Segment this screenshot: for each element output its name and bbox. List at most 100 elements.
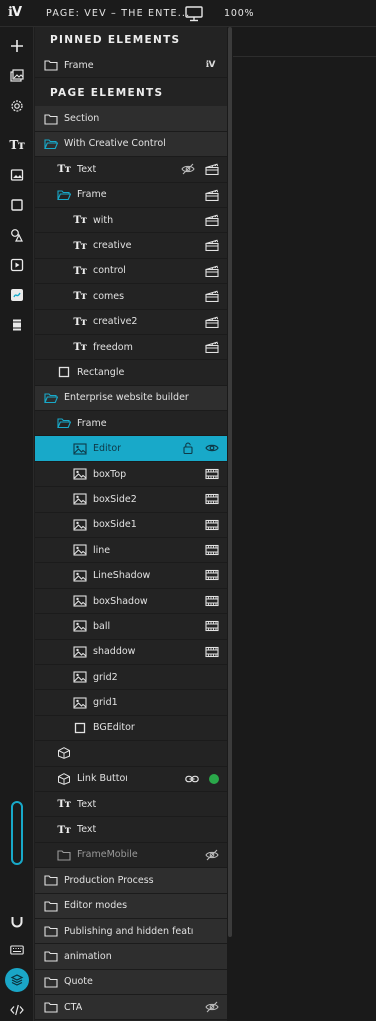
layer-row-comes[interactable]: Tт comes xyxy=(35,284,227,310)
layer-actions xyxy=(205,1001,219,1013)
magnet-icon[interactable] xyxy=(6,911,28,933)
layer-actions xyxy=(181,442,219,455)
zoom-level[interactable]: 100% xyxy=(224,8,254,19)
eye-icon[interactable] xyxy=(205,442,219,454)
layer-row-with-creative-control[interactable]: With Creative Control xyxy=(35,131,227,158)
shapes-tool-icon[interactable] xyxy=(6,224,28,246)
text-layer-icon: Tт xyxy=(73,264,87,277)
layer-label: creative xyxy=(93,240,132,252)
animation-clapper-icon[interactable] xyxy=(205,189,219,201)
layer-row-grid1[interactable]: grid1 xyxy=(35,690,227,716)
layer-row-text[interactable]: Tт Text xyxy=(35,817,227,843)
folder-icon xyxy=(44,874,58,886)
image-tool-icon[interactable] xyxy=(6,164,28,186)
link-icon[interactable] xyxy=(185,773,199,785)
layer-row-framemobile[interactable]: FrameMobile xyxy=(35,843,227,869)
layer-row-boxside1[interactable]: boxSide1 xyxy=(35,513,227,539)
folder-icon xyxy=(44,900,58,912)
film-strip-icon[interactable] xyxy=(205,595,219,607)
layer-row-with[interactable]: Tт with xyxy=(35,208,227,234)
layer-row-publishing-and-hidden-feat[interactable]: Publishing and hidden featı xyxy=(35,918,227,945)
rectangle-layer-icon xyxy=(73,722,87,734)
layer-row-cta[interactable]: CTA xyxy=(35,995,227,1021)
layer-row-editor-modes[interactable]: Editor modes xyxy=(35,893,227,919)
layer-row-lineshadow[interactable]: LineShadow xyxy=(35,563,227,589)
layer-row-section[interactable]: Section xyxy=(35,106,227,132)
pinned-item-frame[interactable]: Frame ℹV xyxy=(35,53,227,79)
widget-tool-icon[interactable] xyxy=(6,284,28,306)
animation-clapper-icon[interactable] xyxy=(205,265,219,277)
layer-row-text[interactable]: Tт Text xyxy=(35,792,227,818)
layer-row-ball[interactable]: ball xyxy=(35,614,227,640)
settings-icon[interactable] xyxy=(6,95,28,117)
layer-actions xyxy=(205,316,219,328)
layer-row-freedom[interactable]: Tт freedom xyxy=(35,335,227,361)
rectangle-tool-icon[interactable] xyxy=(6,194,28,216)
toolbar-scroll-indicator[interactable] xyxy=(11,801,23,865)
layout-tool-icon[interactable] xyxy=(6,314,28,336)
film-strip-icon[interactable] xyxy=(205,620,219,632)
lock-icon[interactable] xyxy=(181,442,195,455)
film-strip-icon[interactable] xyxy=(205,569,219,581)
film-strip-icon[interactable] xyxy=(205,519,219,531)
animation-clapper-icon[interactable] xyxy=(205,316,219,328)
layer-row-animation[interactable]: animation xyxy=(35,944,227,970)
eye-off-icon[interactable] xyxy=(205,1001,219,1013)
layer-row-grid2[interactable]: grid2 xyxy=(35,665,227,691)
layer-row-text[interactable]: Tт Text xyxy=(35,157,227,183)
layer-row-link-butto[interactable]: Link Buttoı xyxy=(35,767,227,792)
animation-clapper-icon[interactable] xyxy=(205,214,219,226)
code-icon[interactable] xyxy=(6,999,28,1021)
add-icon[interactable] xyxy=(6,35,28,57)
animation-clapper-icon[interactable] xyxy=(205,163,219,176)
layer-label: Text xyxy=(77,798,97,810)
animation-clapper-icon[interactable] xyxy=(205,341,219,353)
film-strip-icon[interactable] xyxy=(205,544,219,556)
images-icon[interactable] xyxy=(6,65,28,87)
keyboard-icon[interactable] xyxy=(6,939,28,961)
layer-row-shaddow[interactable]: shaddow xyxy=(35,640,227,665)
layer-row-creative[interactable]: Tт creative xyxy=(35,233,227,259)
desktop-device-icon[interactable] xyxy=(185,6,203,22)
layer-row-frame[interactable]: Frame xyxy=(35,183,227,208)
film-strip-icon[interactable] xyxy=(205,646,219,658)
layer-row-control[interactable]: Tт control xyxy=(35,259,227,285)
eye-off-icon[interactable] xyxy=(181,163,195,175)
text-layer-icon: Tт xyxy=(73,341,87,354)
pinned-item-label: Frame xyxy=(64,59,94,71)
animation-clapper-icon[interactable] xyxy=(205,290,219,303)
layer-row-cube[interactable] xyxy=(35,741,227,767)
vev-logo[interactable]: ℹV xyxy=(8,5,22,20)
layer-row-bgeditor[interactable]: BGEditor xyxy=(35,716,227,742)
layer-row-editor[interactable]: Editor xyxy=(35,436,227,462)
page-title[interactable]: PAGE: VEV – THE ENTE... xyxy=(46,8,190,19)
layer-label: Link Buttoı xyxy=(77,773,128,785)
layer-label: BGEditor xyxy=(93,722,135,734)
layer-label: Production Process xyxy=(64,874,154,886)
layers-panel-scroll-thumb[interactable] xyxy=(228,27,232,937)
layer-row-quote[interactable]: Quote xyxy=(35,969,227,996)
image-layer-icon xyxy=(73,544,87,556)
layer-row-rectangle[interactable]: Rectangle xyxy=(35,360,227,386)
canvas-area[interactable] xyxy=(233,27,376,1021)
layer-row-boxshadow[interactable]: boxShadow xyxy=(35,589,227,615)
animation-clapper-icon[interactable] xyxy=(205,239,219,252)
eye-off-icon[interactable] xyxy=(205,849,219,861)
layers-icon[interactable] xyxy=(5,968,29,992)
page-elements-list: Section With Creative Control Tт Text Frame T… xyxy=(35,106,227,1021)
layer-row-boxside2[interactable]: boxSide2 xyxy=(35,487,227,513)
layer-row-creative2[interactable]: Tт creative2 xyxy=(35,310,227,335)
layer-row-production-process[interactable]: Production Process xyxy=(35,868,227,894)
image-layer-icon xyxy=(73,468,87,480)
layer-row-enterprise-website-builder[interactable]: Enterprise website builder xyxy=(35,385,227,412)
layer-actions xyxy=(205,468,219,480)
text-tool-icon[interactable]: Tт xyxy=(6,134,28,156)
layer-row-boxtop[interactable]: boxTop xyxy=(35,462,227,488)
film-strip-icon[interactable] xyxy=(205,468,219,480)
layer-label: Quote xyxy=(64,976,93,988)
layer-label: grid1 xyxy=(93,697,118,709)
layer-row-line[interactable]: line xyxy=(35,538,227,564)
video-tool-icon[interactable] xyxy=(6,254,28,276)
film-strip-icon[interactable] xyxy=(205,493,219,505)
layer-row-frame[interactable]: Frame xyxy=(35,411,227,437)
